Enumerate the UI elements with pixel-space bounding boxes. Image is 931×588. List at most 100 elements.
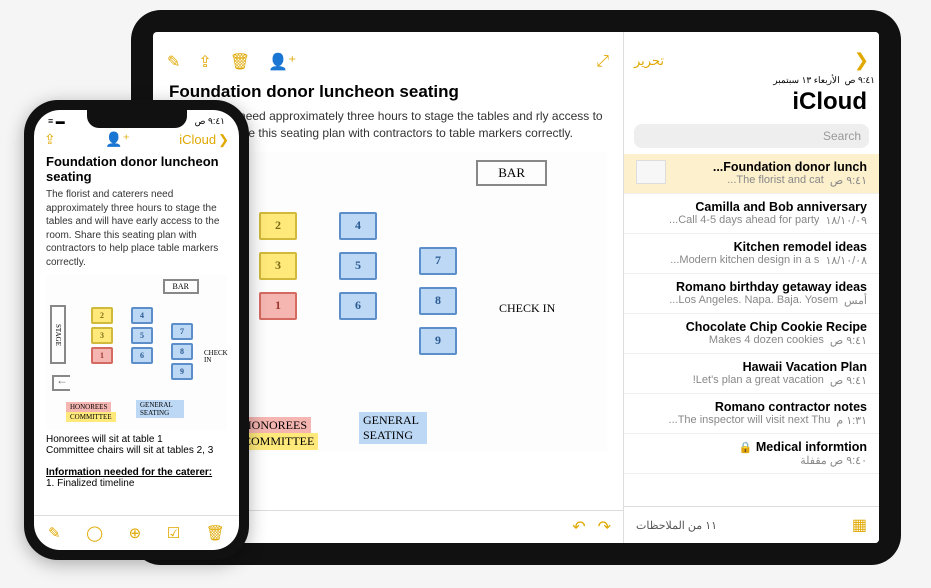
note-item-preview: ٩:٤٠ ص مقفلة bbox=[636, 454, 867, 467]
note-item-time: ٩:٤١ ص bbox=[830, 174, 867, 187]
note-list-item[interactable]: Romano birthday getaway ideas أمس Los Ang… bbox=[624, 274, 879, 314]
folder-title: iCloud bbox=[624, 86, 879, 122]
legend-committee: COMMITTEE bbox=[66, 412, 116, 422]
notes-count: ١١ من الملاحظات bbox=[636, 519, 717, 532]
legend-honorees: HONOREES bbox=[239, 417, 311, 434]
status-time: ٩:٤١ ص bbox=[195, 116, 225, 127]
note-item-time: ٩:٤١ ص bbox=[830, 374, 867, 387]
iphone-screen: ٩:٤١ ص ▬ ≡ ⇪ 👤⁺ iCloud ❯ Foundation dono… bbox=[34, 110, 239, 550]
note-list-item[interactable]: Kitchen remodel ideas ١٨/١٠/٠٨Modern kit… bbox=[624, 234, 879, 274]
note-body-text[interactable]: The florist and caterers need approximat… bbox=[34, 186, 239, 271]
note-line: Honorees will sit at table 1 bbox=[46, 434, 227, 445]
note-item-preview: Los Angeles. Napa. Baja. Yosem... bbox=[636, 294, 838, 307]
note-item-title: Chocolate Chip Cookie Recipe bbox=[636, 320, 867, 334]
table-9: 9 bbox=[171, 363, 193, 380]
add-person-icon[interactable]: 👤⁺ bbox=[105, 131, 130, 148]
entry-arrow-icon: ← bbox=[56, 373, 68, 387]
table-1: 1 bbox=[91, 347, 113, 364]
iphone-device: ٩:٤١ ص ▬ ≡ ⇪ 👤⁺ iCloud ❯ Foundation dono… bbox=[24, 100, 249, 560]
notes-sidebar: ❮ تحرير ٩:٤١ ص الأربعاء ١٣ سبتمبر iCloud… bbox=[623, 32, 879, 543]
table-8: 8 bbox=[419, 287, 457, 315]
note-item-title: Romano birthday getaway ideas bbox=[636, 280, 867, 294]
trash-icon[interactable]: 🗑 bbox=[230, 52, 250, 72]
checkin-label: CHECK IN bbox=[204, 350, 228, 364]
back-chevron-icon[interactable]: ❮ bbox=[854, 50, 869, 71]
trash-icon[interactable]: 🗑 bbox=[206, 524, 225, 542]
note-item-title: Camilla and Bob anniversary bbox=[636, 200, 867, 214]
note-extra-text[interactable]: Honorees will sit at table 1 Committee c… bbox=[34, 434, 239, 489]
chevron-right-icon: ❯ bbox=[218, 132, 229, 148]
search-input[interactable]: Search bbox=[634, 124, 869, 148]
back-label: iCloud bbox=[179, 132, 216, 147]
add-person-icon[interactable]: 👤⁺ bbox=[268, 52, 296, 72]
note-list-item[interactable]: Hawaii Vacation Plan ٩:٤١ ص Let's plan a … bbox=[624, 354, 879, 394]
compose-icon[interactable]: ✎ bbox=[167, 52, 180, 72]
undo-icon[interactable]: ↶ bbox=[572, 517, 585, 537]
bar-label: BAR bbox=[476, 160, 547, 186]
note-title: Foundation donor luncheon seating bbox=[34, 152, 239, 186]
table-3: 3 bbox=[91, 327, 113, 344]
note-item-title: Hawaii Vacation Plan bbox=[636, 360, 867, 374]
legend-general: GENERAL SEATING bbox=[136, 400, 184, 418]
table-4: 4 bbox=[131, 307, 153, 324]
back-button[interactable]: iCloud ❯ bbox=[179, 132, 229, 148]
note-item-preview: Let's plan a great vacation! bbox=[636, 374, 824, 387]
checklist-icon[interactable]: ☑ bbox=[167, 524, 180, 542]
note-list-item[interactable]: Foundation donor lunch... ٩:٤١ صThe flor… bbox=[624, 154, 879, 194]
note-item-title: Medical informtion bbox=[756, 440, 867, 454]
table-8: 8 bbox=[171, 343, 193, 360]
iphone-toolbar: ⇪ 👤⁺ iCloud ❯ bbox=[34, 127, 239, 152]
note-toolbar: ✎ ⇪ 🗑 👤⁺ ⤢ bbox=[153, 32, 623, 78]
note-list-item[interactable]: Chocolate Chip Cookie Recipe ٩:٤١ ص Makes… bbox=[624, 314, 879, 354]
compose-icon[interactable]: ✎ bbox=[48, 524, 61, 542]
note-item-time: ٩:٤١ ص bbox=[830, 334, 867, 347]
note-item-title: Foundation donor lunch... bbox=[670, 160, 867, 174]
note-item-time: ١٨/١٠/٠٩ bbox=[825, 214, 867, 227]
note-line: Committee chairs will sit at tables 2, 3 bbox=[46, 445, 227, 456]
share-icon[interactable]: ⇪ bbox=[198, 52, 211, 72]
search-placeholder: Search bbox=[823, 129, 861, 143]
iphone-bottom-toolbar: ✎ ◯ ⊕ ☑ 🗑 bbox=[34, 515, 239, 550]
grid-view-icon[interactable]: ▦ bbox=[852, 515, 867, 535]
note-item-preview: Call 4-5 days ahead for party... bbox=[636, 214, 819, 227]
note-item-time: ١:٣١ م bbox=[836, 414, 867, 427]
status-date: الأربعاء ١٣ سبتمبر bbox=[773, 75, 839, 85]
table-6: 6 bbox=[339, 292, 377, 320]
table-5: 5 bbox=[339, 252, 377, 280]
redo-icon[interactable]: ↷ bbox=[598, 517, 611, 537]
note-list-item[interactable]: Camilla and Bob anniversary ١٨/١٠/٠٩ Call… bbox=[624, 194, 879, 234]
table-2: 2 bbox=[91, 307, 113, 324]
note-thumb-icon bbox=[636, 160, 666, 184]
table-1: 1 bbox=[259, 292, 297, 320]
table-6: 6 bbox=[131, 347, 153, 364]
table-7: 7 bbox=[171, 323, 193, 340]
share-icon[interactable]: ⇪ bbox=[44, 131, 56, 148]
legend-committee: COMMITTEE bbox=[239, 433, 318, 450]
table-9: 9 bbox=[419, 327, 457, 355]
lock-icon: 🔒 bbox=[739, 442, 753, 454]
edit-button[interactable]: تحرير bbox=[634, 53, 664, 69]
legend-honorees: HONOREES bbox=[66, 402, 111, 412]
note-item-title: Kitchen remodel ideas bbox=[636, 240, 867, 254]
notch bbox=[87, 110, 187, 128]
add-icon[interactable]: ⊕ bbox=[129, 524, 142, 542]
note-item-title: Romano contractor notes bbox=[636, 400, 867, 414]
note-item-preview: Makes 4 dozen cookies bbox=[636, 334, 824, 347]
bar-label: BAR bbox=[163, 279, 199, 294]
expand-icon[interactable]: ⤢ bbox=[596, 53, 609, 71]
checkin-label: CHECK IN bbox=[499, 302, 555, 315]
legend-general: GENERAL SEATING bbox=[359, 412, 427, 444]
seating-sketch[interactable]: BAR STAGE 2 3 1 4 5 6 7 8 9 CHECK IN ← H… bbox=[46, 275, 227, 430]
note-list-item[interactable]: Medical informtion 🔒 ٩:٤٠ ص مقفلة bbox=[624, 434, 879, 474]
note-subheader: Information needed for the caterer: bbox=[46, 467, 227, 478]
note-item-time: أمس bbox=[844, 294, 867, 307]
table-5: 5 bbox=[131, 327, 153, 344]
table-3: 3 bbox=[259, 252, 297, 280]
draw-icon[interactable]: ◯ bbox=[86, 524, 103, 542]
note-item-preview: The inspector will visit next Thu... bbox=[636, 414, 830, 427]
status-icons: ▬ ≡ bbox=[48, 116, 65, 127]
note-list-item[interactable]: Romano contractor notes ١:٣١ م The inspec… bbox=[624, 394, 879, 434]
status-time: ٩:٤١ ص bbox=[845, 75, 875, 85]
table-4: 4 bbox=[339, 212, 377, 240]
table-2: 2 bbox=[259, 212, 297, 240]
